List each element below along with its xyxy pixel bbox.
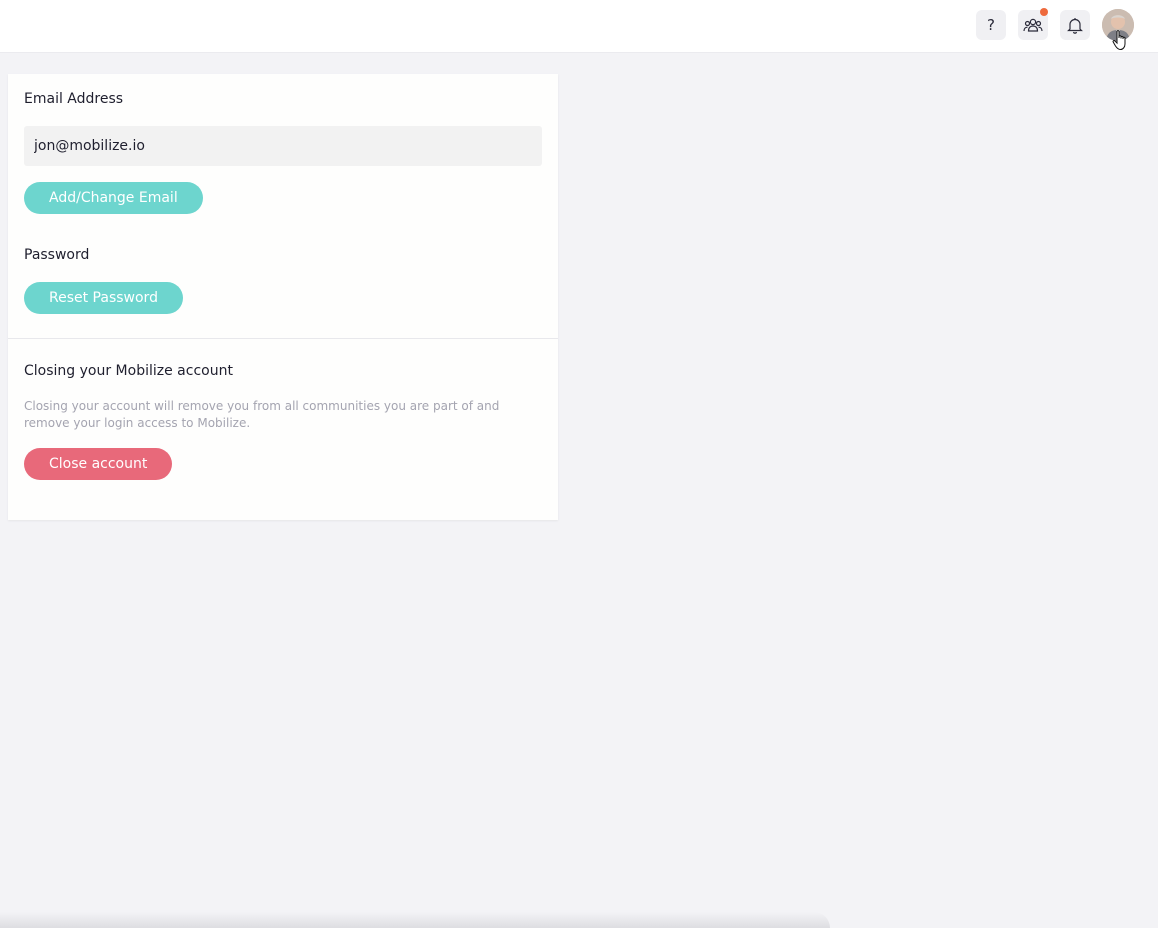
close-account-title: Closing your Mobilize account: [24, 363, 233, 379]
notification-dot: [1040, 8, 1048, 16]
bell-icon: [1067, 17, 1083, 34]
email-field[interactable]: [24, 126, 542, 166]
reset-password-button[interactable]: Reset Password: [24, 282, 183, 314]
close-account-button[interactable]: Close account: [24, 448, 173, 480]
hand-cursor-icon: [1112, 30, 1126, 51]
close-account-description: Closing your account will remove you fro…: [24, 399, 500, 430]
bottom-panel-shadow: [0, 912, 830, 928]
help-button[interactable]: ?: [976, 10, 1006, 40]
section-divider: [8, 338, 558, 339]
add-change-email-button[interactable]: Add/Change Email: [24, 182, 203, 214]
password-label: Password: [24, 247, 90, 263]
question-mark-icon: ?: [987, 16, 995, 34]
email-label: Email Address: [24, 91, 124, 107]
notifications-button[interactable]: [1060, 10, 1090, 40]
people-group-icon: [1023, 18, 1043, 32]
top-bar: ?: [0, 0, 1158, 53]
account-settings-card: Email Address Add/Change Email Password …: [8, 74, 558, 520]
community-button[interactable]: [1018, 8, 1048, 40]
